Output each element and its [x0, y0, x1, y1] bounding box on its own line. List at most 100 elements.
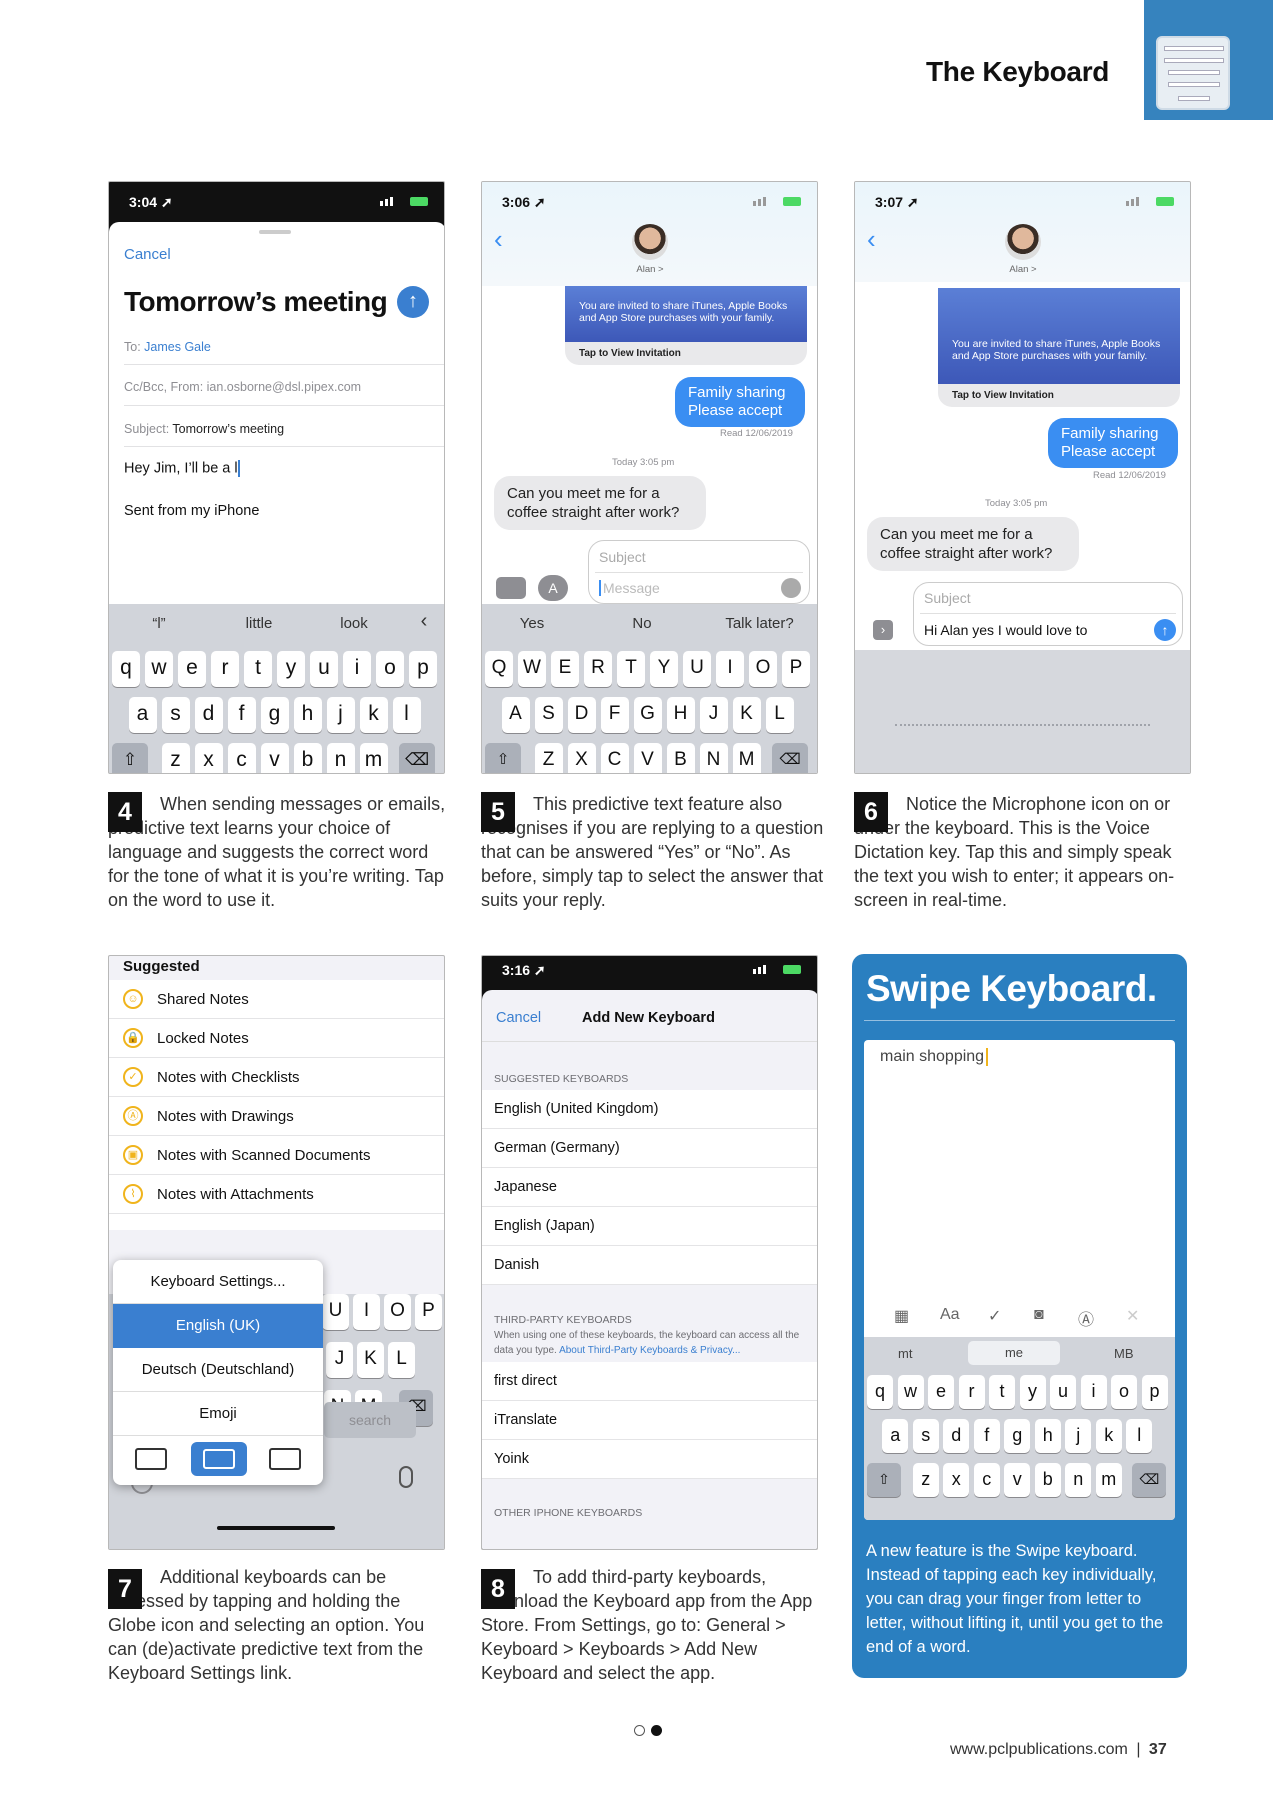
key-l[interactable]: L: [765, 697, 794, 733]
key-q[interactable]: q: [867, 1375, 893, 1409]
keyboard-option[interactable]: iTranslate: [482, 1401, 817, 1440]
key-b[interactable]: b: [293, 743, 322, 773]
keyboard-option[interactable]: Japanese: [482, 1168, 817, 1207]
table-icon[interactable]: ▦: [894, 1306, 909, 1326]
key-e[interactable]: E: [551, 651, 579, 687]
backspace-key-icon[interactable]: ⌫: [772, 743, 809, 773]
key-f[interactable]: f: [227, 697, 256, 733]
suggested-item[interactable]: ▣ Notes with Scanned Documents: [109, 1136, 444, 1175]
key-k[interactable]: K: [732, 697, 761, 733]
keyboard-full-icon[interactable]: [191, 1442, 247, 1476]
key-o[interactable]: O: [749, 651, 777, 687]
key-p[interactable]: p: [1141, 1375, 1168, 1409]
key-x[interactable]: x: [943, 1463, 970, 1497]
checklist-icon[interactable]: ✓: [988, 1306, 1001, 1326]
shift-key-icon[interactable]: ⇧: [112, 743, 148, 773]
menu-deutsch[interactable]: Deutsch (Deutschland): [113, 1348, 323, 1392]
keyboard-option[interactable]: German (Germany): [482, 1129, 817, 1168]
message-input[interactable]: Message: [599, 580, 660, 596]
key-d[interactable]: d: [943, 1419, 970, 1453]
key-z[interactable]: Z: [534, 743, 563, 773]
menu-emoji[interactable]: Emoji: [113, 1392, 323, 1436]
key-u[interactable]: U: [322, 1294, 349, 1330]
key-v[interactable]: v: [1004, 1463, 1031, 1497]
key-g[interactable]: G: [633, 697, 662, 733]
key-p[interactable]: P: [415, 1294, 442, 1330]
suggestion-no[interactable]: No: [607, 615, 677, 632]
key-d[interactable]: d: [194, 697, 223, 733]
audio-icon[interactable]: [781, 578, 801, 598]
key-g[interactable]: g: [1004, 1419, 1031, 1453]
key-e[interactable]: e: [928, 1375, 954, 1409]
contact-name[interactable]: Alan >: [1005, 264, 1041, 275]
key-d[interactable]: D: [567, 697, 596, 733]
to-recipient[interactable]: James Gale: [144, 340, 211, 354]
key-r[interactable]: r: [958, 1375, 985, 1409]
suggestion-1[interactable]: mt: [898, 1346, 912, 1361]
send-arrow-icon[interactable]: ↑: [1154, 619, 1176, 641]
key-i[interactable]: i: [343, 651, 371, 687]
key-m[interactable]: m: [1095, 1463, 1122, 1497]
key-o[interactable]: o: [376, 651, 404, 687]
camera-icon[interactable]: ◙: [1034, 1306, 1044, 1324]
key-c[interactable]: c: [973, 1463, 1000, 1497]
key-j[interactable]: j: [1065, 1419, 1092, 1453]
sheet-grabber[interactable]: [259, 230, 291, 234]
camera-icon[interactable]: [496, 577, 526, 599]
mail-body[interactable]: Hey Jim, I’ll be a l: [124, 460, 240, 477]
key-w[interactable]: w: [897, 1375, 924, 1409]
key-i[interactable]: I: [716, 651, 744, 687]
suggested-item[interactable]: 🔒 Locked Notes: [109, 1019, 444, 1058]
key-n[interactable]: n: [1065, 1463, 1092, 1497]
key-p[interactable]: p: [409, 651, 437, 687]
key-l[interactable]: L: [388, 1342, 415, 1378]
cancel-button[interactable]: Cancel: [124, 246, 171, 263]
subject-field[interactable]: Tomorrow’s meeting: [172, 422, 284, 436]
search-key[interactable]: search: [324, 1402, 416, 1438]
key-s[interactable]: s: [912, 1419, 939, 1453]
suggestion-3[interactable]: MB: [1114, 1346, 1134, 1361]
suggestion-1[interactable]: “l”: [129, 615, 189, 632]
keyboard-left-icon[interactable]: [135, 1448, 167, 1470]
key-j[interactable]: J: [326, 1342, 353, 1378]
key-z[interactable]: z: [161, 743, 190, 773]
key-m[interactable]: M: [732, 743, 761, 773]
contact-avatar[interactable]: [632, 224, 668, 260]
suggestion-yes[interactable]: Yes: [497, 615, 567, 632]
key-j[interactable]: j: [326, 697, 355, 733]
key-m[interactable]: m: [359, 743, 388, 773]
key-t[interactable]: t: [989, 1375, 1015, 1409]
subject-input[interactable]: Subject: [599, 549, 646, 565]
key-r[interactable]: R: [584, 651, 612, 687]
key-b[interactable]: B: [666, 743, 695, 773]
invite-card[interactable]: You are invited to share iTunes, Apple B…: [938, 288, 1180, 384]
key-z[interactable]: z: [912, 1463, 939, 1497]
backspace-key-icon[interactable]: ⌫: [399, 743, 436, 773]
backspace-key-icon[interactable]: ⌫: [1132, 1463, 1167, 1497]
compose-box[interactable]: Subject Message: [588, 540, 810, 604]
suggested-item[interactable]: ⌇ Notes with Attachments: [109, 1175, 444, 1214]
key-i[interactable]: i: [1080, 1375, 1107, 1409]
keyboard-right-icon[interactable]: [269, 1448, 301, 1470]
menu-keyboard-settings[interactable]: Keyboard Settings...: [113, 1260, 323, 1304]
keyboard-option[interactable]: Yoink: [482, 1440, 817, 1479]
key-i[interactable]: I: [353, 1294, 380, 1330]
chevron-left-icon[interactable]: ‹: [409, 610, 439, 633]
key-q[interactable]: q: [112, 651, 140, 687]
key-t[interactable]: T: [617, 651, 645, 687]
key-h[interactable]: H: [666, 697, 695, 733]
key-x[interactable]: x: [194, 743, 223, 773]
keyboard-option[interactable]: English (Japan): [482, 1207, 817, 1246]
key-y[interactable]: y: [277, 651, 305, 687]
key-k[interactable]: k: [359, 697, 388, 733]
contact-avatar[interactable]: [1005, 224, 1041, 260]
key-f[interactable]: F: [600, 697, 629, 733]
key-y[interactable]: y: [1019, 1375, 1046, 1409]
microphone-icon[interactable]: [399, 1466, 413, 1488]
key-f[interactable]: f: [973, 1419, 1000, 1453]
compose-box[interactable]: Subject Hi Alan yes I would love to ↑: [913, 582, 1183, 646]
format-icon[interactable]: Aa: [940, 1306, 960, 1324]
key-p[interactable]: P: [782, 651, 810, 687]
shift-key-icon[interactable]: ⇧: [867, 1463, 901, 1497]
suggested-item[interactable]: Ⓐ Notes with Drawings: [109, 1097, 444, 1136]
